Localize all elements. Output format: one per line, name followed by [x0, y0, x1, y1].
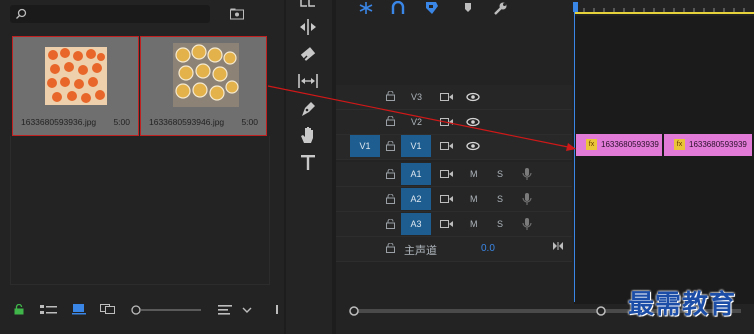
watermark-logo: 最需教育	[628, 290, 737, 320]
